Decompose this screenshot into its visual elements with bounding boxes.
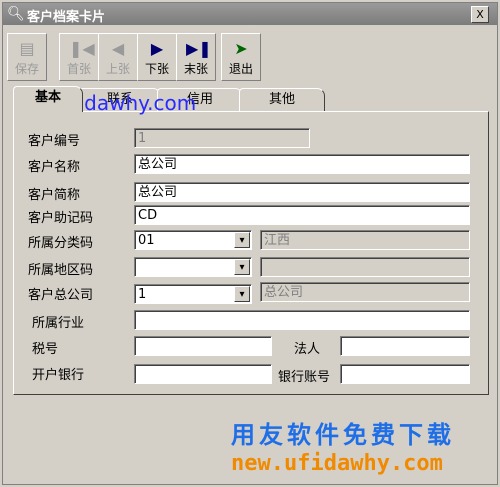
bank-label: 开户银行 — [32, 368, 85, 383]
bank-field[interactable] — [134, 364, 272, 384]
first-label: 首张 — [66, 62, 91, 76]
exit-button[interactable]: ➤ 退出 — [221, 33, 261, 81]
head-company-label: 客户总公司 — [28, 288, 94, 303]
tax-no-field[interactable] — [134, 336, 272, 356]
customer-name-field[interactable]: 总公司 — [134, 154, 470, 174]
category-label: 所属分类码 — [28, 236, 94, 251]
prev-icon: ◀ — [111, 39, 125, 58]
watermark-url-bottom: new.ufidawhy.com — [231, 451, 443, 476]
lookup-icon[interactable]: ▾ — [234, 259, 250, 275]
prev-record-button[interactable]: ◀ 上张 — [98, 33, 138, 81]
mnemonic-label: 客户助记码 — [28, 211, 94, 226]
first-icon: ❚◀ — [69, 39, 95, 58]
toolbar: ▤ 保存 ❚◀ 首张 ◀ 上张 ▶ 下张 ▶❚ 末张 ➤ 退出 — [7, 33, 261, 81]
customer-code-label: 客户编号 — [28, 134, 81, 149]
last-icon: ▶❚ — [186, 39, 212, 58]
category-value: 01 — [138, 233, 155, 248]
customer-card-window: 🔍︎ 客户档案卡片 X ▤ 保存 ❚◀ 首张 ◀ 上张 ▶ 下张 ▶❚ 末张 ➤… — [2, 2, 498, 485]
lookup-icon[interactable]: ▾ — [234, 232, 250, 248]
customer-name-label: 客户名称 — [28, 160, 81, 175]
tax-no-label: 税号 — [32, 342, 59, 357]
exit-label: 退出 — [228, 62, 253, 76]
category-select[interactable]: 01 ▾ — [134, 230, 252, 250]
exit-icon: ➤ — [234, 39, 248, 58]
tab-basic[interactable]: 基本 — [13, 86, 83, 112]
title-bar[interactable]: 🔍︎ 客户档案卡片 X — [3, 3, 497, 25]
region-name-field — [260, 257, 470, 277]
prev-label: 上张 — [105, 62, 130, 76]
tab-other[interactable]: 其他 — [239, 88, 325, 111]
lookup-icon[interactable]: ▾ — [234, 286, 250, 302]
next-record-button[interactable]: ▶ 下张 — [137, 33, 177, 81]
category-name-field: 江西 — [260, 230, 470, 250]
region-label: 所属地区码 — [28, 263, 94, 278]
head-company-name-field: 总公司 — [260, 282, 470, 302]
search-icon: 🔍︎ — [7, 6, 25, 22]
legal-person-field[interactable] — [340, 336, 470, 356]
legal-person-label: 法人 — [294, 342, 321, 357]
last-label: 末张 — [183, 62, 208, 76]
basic-tab-panel: 客户编号 1 客户名称 总公司 客户简称 总公司 客户助记码 CD 所属分类码 … — [13, 111, 489, 395]
customer-short-field[interactable]: 总公司 — [134, 182, 470, 202]
watermark-slogan: 用友软件免费下载 — [231, 421, 455, 449]
next-icon: ▶ — [150, 39, 164, 58]
close-button[interactable]: X — [471, 6, 489, 23]
industry-field[interactable] — [134, 310, 470, 330]
mnemonic-field[interactable]: CD — [134, 205, 470, 225]
save-icon: ▤ — [19, 39, 35, 58]
save-label: 保存 — [14, 62, 39, 76]
save-button[interactable]: ▤ 保存 — [7, 33, 47, 81]
bank-account-field[interactable] — [340, 364, 470, 384]
first-record-button[interactable]: ❚◀ 首张 — [59, 33, 99, 81]
next-label: 下张 — [144, 62, 169, 76]
region-select[interactable]: ▾ — [134, 257, 252, 277]
industry-label: 所属行业 — [32, 316, 85, 331]
last-record-button[interactable]: ▶❚ 末张 — [176, 33, 216, 81]
customer-code-field[interactable]: 1 — [134, 128, 310, 148]
head-company-select[interactable]: 1 ▾ — [134, 284, 252, 304]
bank-account-label: 银行账号 — [278, 370, 331, 385]
head-company-value: 1 — [138, 287, 147, 302]
window-title: 客户档案卡片 — [27, 10, 106, 25]
customer-short-label: 客户简称 — [28, 188, 81, 203]
